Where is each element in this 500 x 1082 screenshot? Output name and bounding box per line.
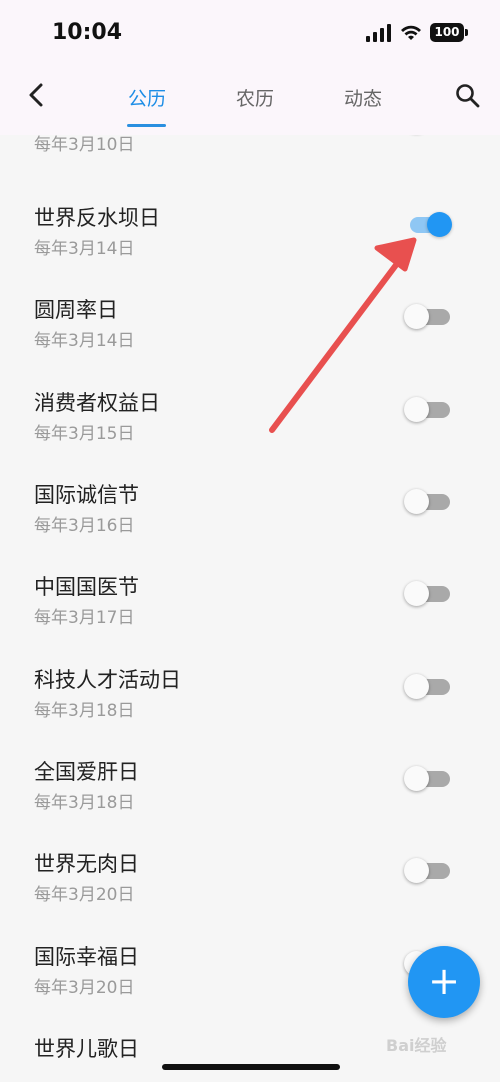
list-item: 全国爱肝日 每年3月18日 <box>0 756 500 848</box>
item-date: 每年3月17日 <box>34 608 135 628</box>
active-tab-indicator <box>127 124 166 127</box>
tab-gregorian[interactable]: 公历 <box>128 84 166 111</box>
item-date: 每年3月15日 <box>34 424 135 444</box>
item-title: 世界无肉日 <box>34 852 139 876</box>
home-indicator <box>162 1064 340 1070</box>
list-item: 国际诚信节 每年3月16日 <box>0 479 500 571</box>
status-time: 10:04 <box>52 20 123 45</box>
status-bar: 10:04 100 <box>0 0 500 66</box>
reminder-toggle[interactable] <box>404 397 450 422</box>
list-item: 中国国医节 每年3月17日 <box>0 571 500 663</box>
item-date: 每年3月20日 <box>34 978 135 998</box>
reminder-toggle[interactable] <box>404 212 452 237</box>
battery-icon: 100 <box>430 23 468 42</box>
tab-dynamic[interactable]: 动态 <box>344 84 382 111</box>
search-icon[interactable] <box>454 82 482 110</box>
item-date: 每年3月18日 <box>34 793 135 813</box>
item-date: 每年3月16日 <box>34 516 135 536</box>
item-title: 全国爱肝日 <box>34 760 139 784</box>
reminder-toggle[interactable] <box>404 674 450 699</box>
top-bar: 10:04 100 公历 农历 动态 <box>0 0 500 135</box>
item-title: 国际诚信节 <box>34 483 139 507</box>
tab-lunar[interactable]: 农历 <box>236 84 274 111</box>
reminder-toggle[interactable] <box>404 766 450 791</box>
navigation-bar: 公历 农历 动态 <box>0 66 500 128</box>
item-title: 消费者权益日 <box>34 391 160 415</box>
item-title: 国际幸福日 <box>34 945 139 969</box>
item-date: 每年3月20日 <box>34 885 135 905</box>
festival-list: 每年3月10日 世界反水坝日 每年3月14日 圆周率日 每年3月14日 消费者权… <box>0 135 500 1082</box>
list-item: 消费者权益日 每年3月15日 <box>0 387 500 479</box>
list-item: 世界反水坝日 每年3月14日 <box>0 202 500 294</box>
item-title: 世界反水坝日 <box>34 206 160 230</box>
item-date: 每年3月18日 <box>34 701 135 721</box>
reminder-toggle[interactable] <box>404 489 450 514</box>
list-item: 科技人才活动日 每年3月18日 <box>0 664 500 756</box>
reminder-toggle[interactable] <box>404 858 450 883</box>
item-date: 每年3月14日 <box>34 239 135 259</box>
item-title: 科技人才活动日 <box>34 668 181 692</box>
item-title: 中国国医节 <box>34 575 139 599</box>
list-item: 圆周率日 每年3月14日 <box>0 294 500 386</box>
item-date: 每年3月14日 <box>34 331 135 351</box>
list-item: 世界无肉日 每年3月20日 <box>0 848 500 940</box>
item-date: 每年3月10日 <box>34 135 135 155</box>
watermark: Bai经验 <box>386 1036 447 1055</box>
item-title: 世界儿歌日 <box>34 1037 139 1061</box>
signal-icon <box>366 24 392 42</box>
reminder-toggle[interactable] <box>404 581 450 606</box>
item-title: 圆周率日 <box>34 298 118 322</box>
add-button[interactable]: + <box>408 946 480 1018</box>
list-item: 每年3月10日 <box>0 135 500 190</box>
reminder-toggle[interactable] <box>404 304 450 329</box>
wifi-icon <box>401 25 421 40</box>
back-chevron-icon[interactable] <box>22 80 52 110</box>
